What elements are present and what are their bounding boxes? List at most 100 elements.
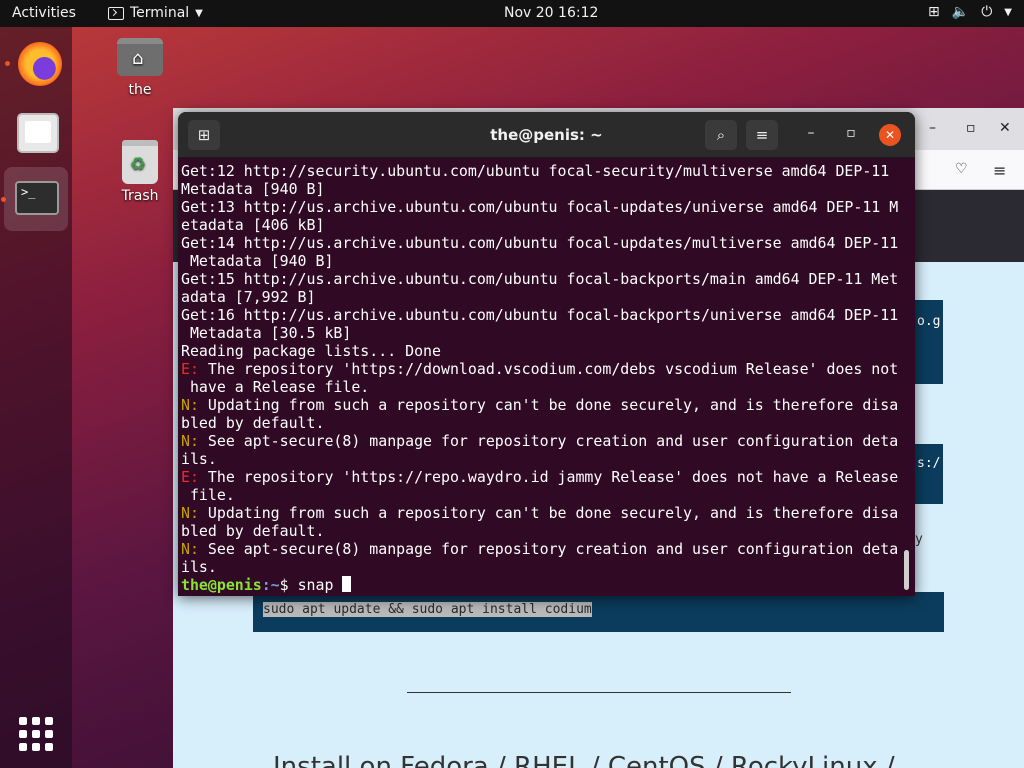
show-applications-icon[interactable] — [19, 717, 53, 751]
prompt-path: :~ — [261, 576, 280, 594]
app-menu[interactable]: Terminal ▼ — [108, 5, 203, 21]
terminal-line-text: bled by default. — [181, 522, 325, 540]
terminal-line: Reading package lists... Done — [181, 342, 903, 360]
terminal-line: Metadata [940 B] — [181, 252, 903, 270]
close-icon[interactable]: ✕ — [999, 120, 1011, 136]
prompt-user: the@penis — [181, 576, 262, 594]
terminal-line-text: Get:15 http://us.archive.ubuntu.com/ubun… — [181, 270, 899, 288]
terminal-line-text: The repository 'https://repo.waydro.id j… — [198, 468, 899, 486]
minimize-button[interactable]: – — [801, 125, 821, 141]
terminal-line-text: bled by default. — [181, 414, 325, 432]
command-input[interactable]: snap — [298, 576, 343, 594]
terminal-line: Get:13 http://us.archive.ubuntu.com/ubun… — [181, 198, 903, 216]
dock-item-firefox[interactable] — [4, 29, 68, 93]
terminal-line-text: etadata [406 kB] — [181, 216, 325, 234]
trash-icon — [122, 140, 158, 184]
terminal-line: N: See apt-secure(8) manpage for reposit… — [181, 540, 903, 558]
terminal-icon — [108, 6, 124, 20]
terminal-line: Get:14 http://us.archive.ubuntu.com/ubun… — [181, 234, 903, 252]
terminal-header-bar[interactable]: ⊞ the@penis: ~ ⌕ ≡ – ▫ ✕ — [178, 112, 915, 158]
close-button[interactable]: ✕ — [879, 124, 901, 146]
network-icon[interactable]: ⊞ — [928, 4, 940, 20]
terminal-icon: >_ — [15, 181, 59, 215]
terminal-line-text: Updating from such a repository can't be… — [198, 504, 899, 522]
terminal-output[interactable]: Get:12 http://security.ubuntu.com/ubuntu… — [181, 162, 903, 594]
terminal-line: have a Release file. — [181, 378, 903, 396]
terminal-line-text: See apt-secure(8) manpage for repository… — [198, 432, 899, 450]
text-cursor — [342, 576, 352, 592]
scrollbar[interactable] — [904, 550, 909, 590]
terminal-line: Metadata [940 B] — [181, 180, 903, 198]
notice-prefix: N: — [181, 540, 199, 558]
running-indicator — [1, 197, 6, 202]
firefox-icon — [18, 42, 62, 86]
prompt-symbol: $ — [279, 576, 298, 594]
terminal-line-text: Get:16 http://us.archive.ubuntu.com/ubun… — [181, 306, 899, 324]
system-tray[interactable]: ⊞ 🔈 ⏻ ▼ — [928, 4, 1012, 20]
running-indicator — [5, 61, 10, 66]
activities-button[interactable]: Activities — [12, 5, 76, 21]
hamburger-menu-button[interactable]: ≡ — [746, 120, 778, 150]
search-button[interactable]: ⌕ — [705, 120, 737, 150]
dock-item-files[interactable] — [4, 99, 68, 163]
terminal-line: Get:12 http://security.ubuntu.com/ubuntu… — [181, 162, 903, 180]
terminal-line-text: Reading package lists... Done — [181, 342, 441, 360]
volume-icon[interactable]: 🔈 — [952, 4, 969, 20]
code-fragment: o.g — [917, 314, 941, 329]
dock: >_ — [0, 27, 72, 768]
command-block[interactable]: sudo apt update && sudo apt install codi… — [253, 592, 944, 632]
code-block — [915, 300, 943, 384]
home-folder-icon — [117, 38, 163, 76]
terminal-line: Metadata [30.5 kB] — [181, 324, 903, 342]
terminal-line-text: ils. — [181, 558, 217, 576]
text-fragment: y — [915, 532, 923, 547]
terminal-line: ils. — [181, 558, 903, 576]
dock-item-terminal[interactable]: >_ — [1, 167, 68, 231]
terminal-line: bled by default. — [181, 414, 903, 432]
caret-down-icon: ▼ — [195, 7, 203, 19]
terminal-line: etadata [406 kB] — [181, 216, 903, 234]
terminal-line-text: Metadata [940 B] — [181, 252, 334, 270]
terminal-line-text: Get:12 http://security.ubuntu.com/ubuntu… — [181, 162, 890, 180]
section-heading: Install on Fedora / RHEL / CentOS / Rock… — [273, 752, 895, 768]
home-folder-label: the — [128, 82, 152, 98]
clock[interactable]: Nov 20 16:12 — [504, 5, 598, 21]
desktop-home-folder[interactable]: the — [105, 38, 175, 98]
terminal-line-text: ils. — [181, 450, 217, 468]
pocket-icon[interactable]: ♡ — [955, 161, 968, 177]
command-text[interactable]: sudo apt update && sudo apt install codi… — [263, 602, 592, 617]
notice-prefix: N: — [181, 432, 199, 450]
terminal-line-text: The repository 'https://download.vscodiu… — [198, 360, 899, 378]
desktop-trash[interactable]: Trash — [105, 140, 175, 204]
top-bar: Activities Terminal ▼ Nov 20 16:12 ⊞ 🔈 ⏻… — [0, 0, 1024, 27]
app-menu-label: Terminal — [130, 5, 190, 21]
terminal-window[interactable]: ⊞ the@penis: ~ ⌕ ≡ – ▫ ✕ Get:12 http://s… — [178, 112, 915, 596]
terminal-line-text: adata [7,992 B] — [181, 288, 316, 306]
terminal-line-text: Metadata [940 B] — [181, 180, 325, 198]
terminal-line: file. — [181, 486, 903, 504]
terminal-line-text: See apt-secure(8) manpage for repository… — [198, 540, 899, 558]
terminal-line: Get:15 http://us.archive.ubuntu.com/ubun… — [181, 270, 903, 288]
maximize-icon[interactable]: ▫ — [966, 120, 976, 136]
maximize-button[interactable]: ▫ — [841, 125, 861, 141]
chevron-down-icon[interactable]: ▼ — [1004, 7, 1012, 18]
terminal-line: N: See apt-secure(8) manpage for reposit… — [181, 432, 903, 450]
notice-prefix: N: — [181, 504, 199, 522]
prompt-line[interactable]: the@penis:~$ snap — [181, 576, 903, 594]
files-icon — [17, 113, 59, 153]
divider — [407, 692, 791, 693]
terminal-line: bled by default. — [181, 522, 903, 540]
terminal-line-text: Updating from such a repository can't be… — [198, 396, 899, 414]
minimize-icon[interactable]: – — [929, 120, 936, 136]
power-icon[interactable]: ⏻ — [981, 4, 992, 20]
error-prefix: E: — [181, 360, 199, 378]
terminal-line-text: Metadata [30.5 kB] — [181, 324, 352, 342]
terminal-line: E: The repository 'https://download.vsco… — [181, 360, 903, 378]
terminal-line-text: Get:14 http://us.archive.ubuntu.com/ubun… — [181, 234, 899, 252]
terminal-line: N: Updating from such a repository can't… — [181, 504, 903, 522]
terminal-line-text: Get:13 http://us.archive.ubuntu.com/ubun… — [181, 198, 899, 216]
terminal-line: Get:16 http://us.archive.ubuntu.com/ubun… — [181, 306, 903, 324]
menu-icon[interactable]: ≡ — [993, 161, 1006, 180]
notice-prefix: N: — [181, 396, 199, 414]
code-block — [915, 444, 943, 504]
